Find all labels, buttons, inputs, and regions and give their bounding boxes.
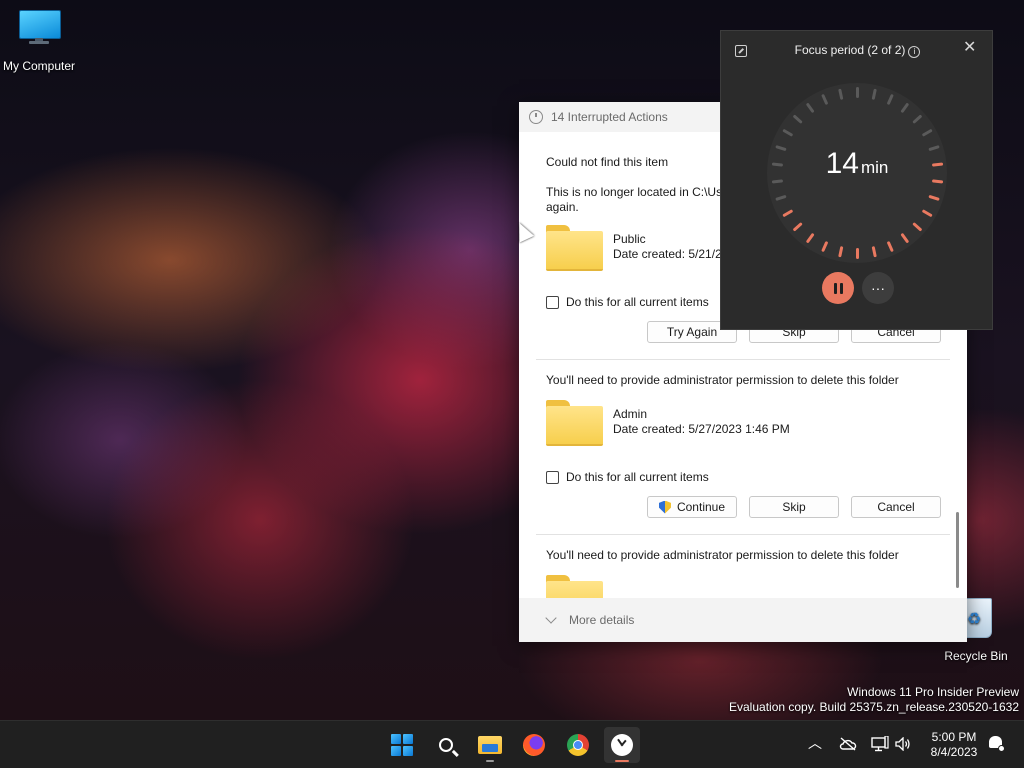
watermark-line-2: Evaluation copy. Build 25375.zn_release.… (729, 700, 1019, 714)
timer-tick (912, 222, 923, 232)
focus-title: Focus period (2 of 2) i (721, 43, 994, 58)
clock-time: 5:00 PM (931, 730, 977, 744)
file-name: Public (613, 232, 646, 246)
pause-bar (833, 282, 837, 294)
desktop-icon-label: Recycle Bin (944, 649, 1008, 663)
clock-app-icon (611, 734, 633, 756)
timer-tick (805, 102, 815, 114)
file-row (546, 575, 941, 598)
file-name: Admin (613, 407, 648, 421)
desktop-icon-my-computer[interactable]: My Computer (0, 10, 78, 73)
folder-icon (546, 575, 603, 598)
apply-to-all-checkbox[interactable] (546, 470, 559, 484)
timer-tick (900, 102, 910, 114)
taskbar: ︿ 5:00 PM 8/4/2023 (0, 720, 1024, 768)
desktop-icon-label: My Computer (2, 59, 76, 73)
timer-tick (856, 87, 859, 98)
apply-to-all-row: Do this for all current items (546, 470, 941, 484)
timer-tick (821, 93, 829, 106)
firefox-icon (523, 734, 545, 756)
file-date: Date created: 5/27/2023 1:46 PM (613, 422, 790, 436)
timer-tick (856, 248, 859, 259)
more-options-button[interactable]: ··· (862, 272, 894, 304)
network-icon[interactable] (871, 736, 889, 752)
apply-to-all-checkbox[interactable] (546, 295, 559, 309)
focus-title-text: Focus period (2 of 2) (794, 43, 906, 57)
timer-tick (782, 209, 794, 218)
timer-tick (775, 194, 787, 202)
file-explorer-icon (478, 736, 502, 754)
volume-icon[interactable] (895, 737, 911, 751)
file-row: Admin Date created: 5/27/2023 1:46 PM (546, 400, 941, 446)
clock-date: 8/4/2023 (930, 745, 978, 759)
checkbox-label: Do this for all current items (566, 295, 709, 309)
timer-tick (912, 114, 923, 124)
skip-button[interactable]: Skip (749, 496, 839, 518)
dialog-title: 14 Interrupted Actions (551, 110, 668, 124)
timer-tick (838, 88, 844, 100)
cancel-button[interactable]: Cancel (851, 496, 941, 518)
clock-app-button[interactable] (604, 727, 640, 763)
active-indicator (615, 760, 629, 762)
running-indicator (486, 760, 494, 762)
interrupted-item: You'll need to provide administrator per… (519, 535, 967, 598)
timer-tick (821, 240, 829, 253)
button-row: Continue Skip Cancel (546, 496, 941, 518)
chrome-button[interactable] (560, 727, 596, 763)
timer-tick (886, 240, 894, 253)
item-heading: You'll need to provide administrator per… (546, 548, 899, 562)
chevron-down-icon (545, 612, 557, 624)
close-icon[interactable]: ✕ (963, 40, 976, 56)
timer-minutes: 14 (825, 147, 859, 180)
timer-tick (931, 179, 944, 184)
timer-tick (921, 128, 933, 137)
timer-tick (928, 194, 940, 202)
tray-overflow-chevron-icon[interactable]: ︿ (808, 735, 822, 751)
windows-watermark: Windows 11 Pro Insider Preview Evaluatio… (729, 685, 1019, 715)
chrome-icon (567, 734, 589, 756)
folder-icon (546, 400, 603, 446)
item-heading: You'll need to provide administrator per… (546, 373, 899, 387)
monitor-icon (17, 10, 61, 44)
timer-tick (792, 222, 803, 232)
timer-tick (771, 179, 784, 184)
focus-timer-dial: 14 min (767, 83, 947, 263)
timer-tick (886, 93, 894, 106)
timer-tick (838, 246, 844, 258)
clock-icon (529, 110, 543, 124)
windows-logo-icon (391, 734, 413, 756)
timer-unit: min (860, 158, 889, 177)
file-date: Date created: 5/21/2 (613, 247, 722, 261)
interrupted-item: You'll need to provide administrator per… (519, 360, 967, 518)
timer-tick (900, 232, 910, 244)
timer-tick (805, 232, 815, 244)
start-button[interactable] (384, 727, 420, 763)
uac-shield-icon (658, 500, 671, 514)
timer-tick (871, 88, 877, 100)
folder-icon (546, 225, 603, 271)
continue-button[interactable]: Continue (647, 496, 737, 518)
search-icon (439, 738, 453, 752)
taskbar-clock[interactable]: 5:00 PM 8/4/2023 (924, 730, 984, 760)
pause-bar (839, 282, 843, 294)
firefox-button[interactable] (516, 727, 552, 763)
timer-readout: 14 min (767, 147, 947, 181)
timer-tick (921, 209, 933, 218)
timer-tick (782, 128, 794, 137)
pause-button[interactable] (822, 272, 854, 304)
watermark-line-1: Windows 11 Pro Insider Preview (847, 685, 1019, 699)
focus-session-widget: Focus period (2 of 2) i ✕ 14 min ··· (720, 30, 993, 330)
timer-tick (871, 246, 877, 258)
checkbox-label: Do this for all current items (566, 470, 709, 484)
timer-tick (792, 114, 803, 124)
continue-button-label: Continue (676, 500, 726, 514)
file-explorer-button[interactable] (472, 727, 508, 763)
cloud-offline-icon[interactable] (839, 737, 857, 751)
dialog-scrollbar[interactable] (956, 512, 959, 588)
more-details-toggle[interactable]: More details (519, 598, 967, 642)
notification-badge (998, 745, 1005, 752)
search-button[interactable] (428, 727, 464, 763)
more-details-label: More details (569, 613, 635, 627)
info-icon[interactable]: i (908, 46, 921, 58)
